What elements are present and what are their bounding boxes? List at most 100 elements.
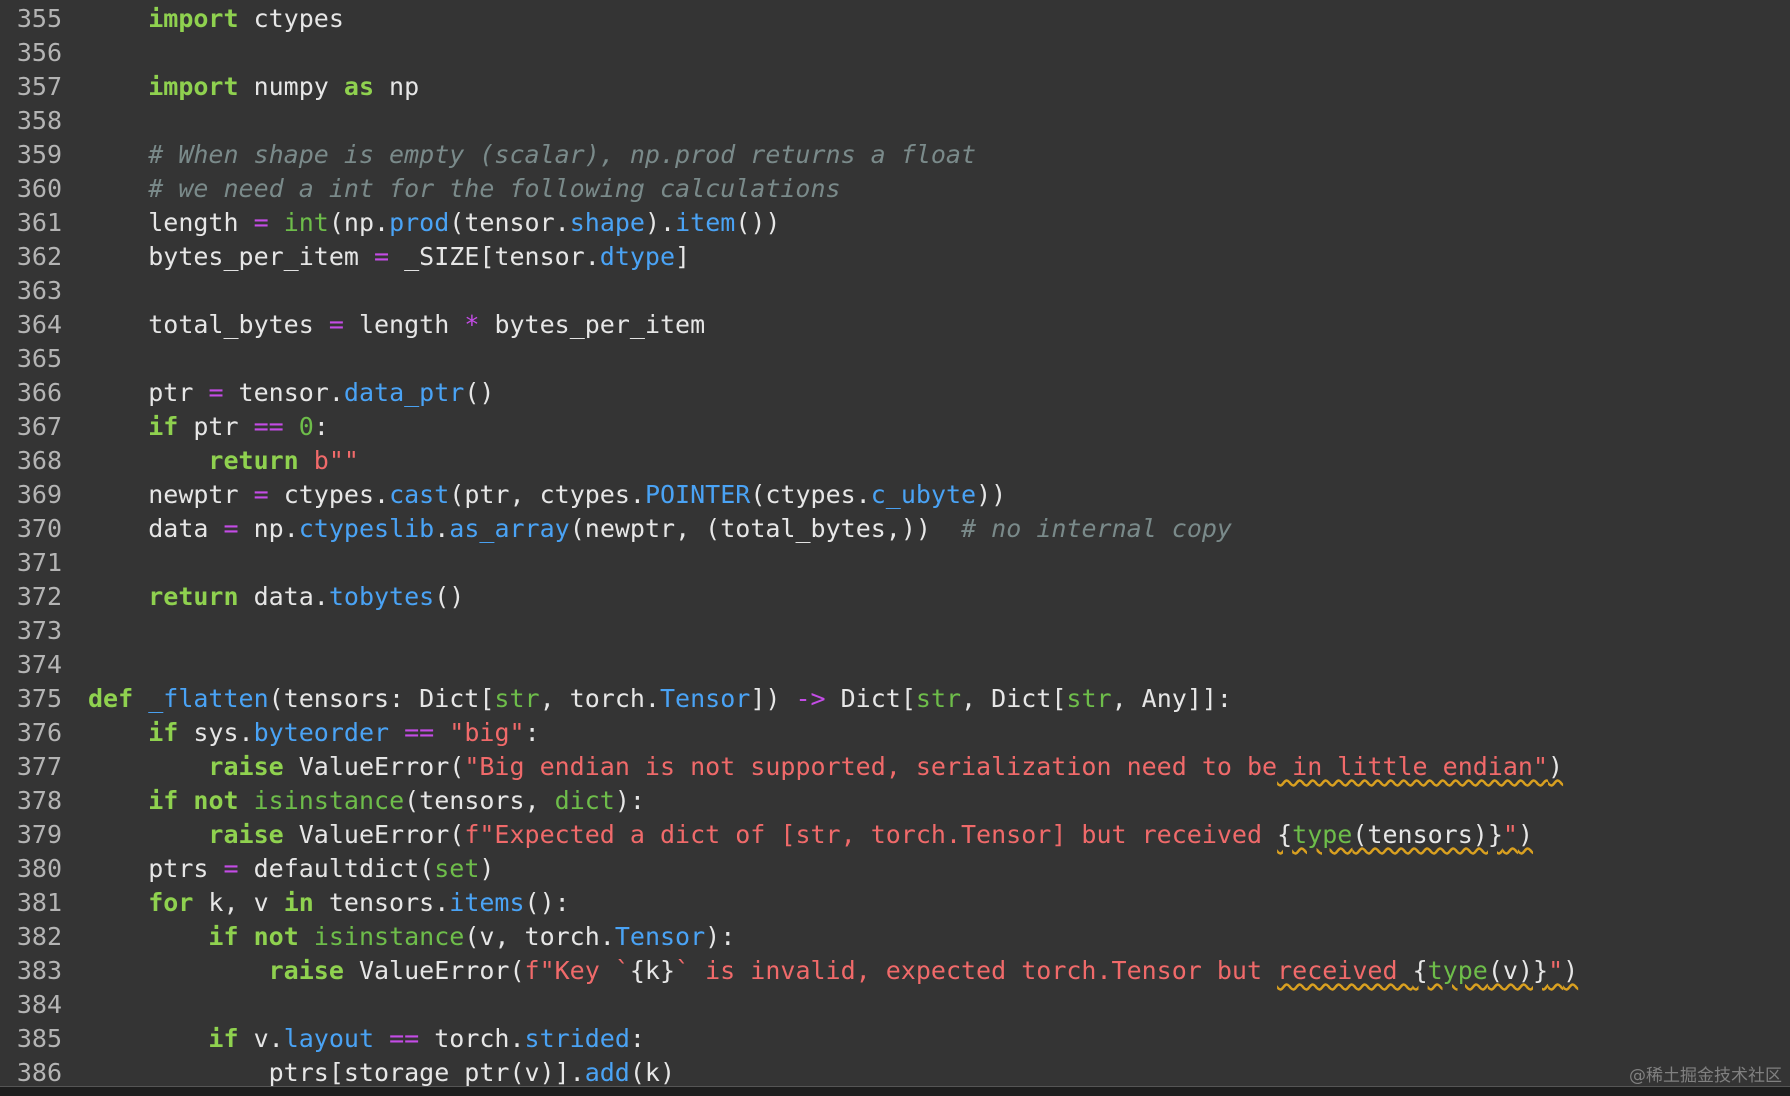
code-token: (v, torch. (464, 922, 615, 951)
code-token: { (1277, 820, 1293, 849)
code-line[interactable]: 373 (0, 614, 1790, 648)
code-token: (newptr, (total_bytes,)) (569, 514, 962, 543)
code-token: length (148, 208, 254, 237)
code-line[interactable]: 359 # When shape is empty (scalar), np.p… (0, 138, 1790, 172)
code-token: ): (705, 922, 736, 951)
horizontal-scrollbar[interactable] (0, 1086, 1790, 1096)
code-token: (np. (328, 208, 390, 237)
line-number: 385 (16, 1024, 62, 1053)
code-token: _flatten (148, 684, 269, 713)
code-token: = (328, 310, 344, 339)
code-line[interactable]: 378 if not isinstance(tensors, dict): (0, 784, 1790, 818)
line-number: 358 (16, 106, 62, 135)
code-line[interactable]: 367 if ptr == 0: (0, 410, 1790, 444)
code-token: in (283, 888, 314, 917)
line-number: 366 (16, 378, 62, 407)
code-token: np. (238, 514, 299, 543)
code-token: defaultdict( (238, 854, 435, 883)
code-token: () (434, 582, 465, 611)
code-line[interactable]: 384 (0, 988, 1790, 1022)
code-line[interactable]: 366 ptr = tensor.data_ptr() (0, 376, 1790, 410)
code-editor[interactable]: 355 import ctypes 356 357 import numpy as … (0, 0, 1790, 1096)
code-line[interactable]: 358 (0, 104, 1790, 138)
code-line[interactable]: 380 ptrs = defaultdict(set) (0, 852, 1790, 886)
code-token: if (148, 786, 179, 815)
line-number: 372 (16, 582, 62, 611)
code-token: ]) (750, 684, 796, 713)
code-line[interactable]: 364 total_bytes = length * bytes_per_ite… (0, 308, 1790, 342)
line-code: return data.tobytes() (88, 580, 464, 614)
code-line[interactable]: 362 bytes_per_item = _SIZE[tensor.dtype] (0, 240, 1790, 274)
line-number: 359 (16, 140, 62, 169)
code-token: ) (479, 854, 495, 883)
code-line[interactable]: 381 for k, v in tensors.items(): (0, 886, 1790, 920)
line-number: 382 (16, 922, 62, 951)
code-line[interactable]: 357 import numpy as np (0, 70, 1790, 104)
code-token: " (1502, 820, 1518, 849)
code-token: str (494, 684, 540, 713)
code-token: Dict[ (825, 684, 916, 713)
code-line[interactable]: 386 ptrs[storage_ptr(v)].add(k) (0, 1056, 1790, 1090)
code-line[interactable]: 372 return data.tobytes() (0, 580, 1790, 614)
code-line[interactable]: 365 (0, 342, 1790, 376)
code-line[interactable]: 368 return b"" (0, 444, 1790, 478)
code-line[interactable]: 356 (0, 36, 1790, 70)
line-number: 378 (16, 786, 62, 815)
code-token: ValueError( (283, 820, 465, 849)
code-line[interactable]: 363 (0, 274, 1790, 308)
code-token: = (223, 854, 239, 883)
line-code: # When shape is empty (scalar), np.prod … (88, 138, 976, 172)
code-token: (ptr, ctypes. (449, 480, 645, 509)
code-token: ptrs[storage_ptr(v)]. (268, 1058, 585, 1087)
code-line[interactable]: 383 raise ValueError(f"Key `{k}` is inva… (0, 954, 1790, 988)
code-token: ctypes. (268, 480, 390, 509)
line-code: data = np.ctypeslib.as_array(newptr, (to… (88, 512, 1232, 546)
code-line[interactable]: 371 (0, 546, 1790, 580)
code-token: type (1292, 820, 1353, 849)
code-line[interactable]: 355 import ctypes (0, 2, 1790, 36)
code-token: () (464, 378, 495, 407)
code-token: return (208, 446, 299, 475)
code-token: received (1277, 956, 1413, 985)
code-token: c_ubyte (870, 480, 977, 509)
code-token: raise (208, 752, 284, 781)
code-token: not (193, 786, 239, 815)
code-token: # no internal copy (961, 514, 1232, 543)
code-lines: 355 import ctypes 356 357 import numpy as … (0, 2, 1790, 1090)
line-code: import numpy as np (88, 70, 419, 104)
code-line[interactable]: 374 (0, 648, 1790, 682)
code-token: ) (1563, 956, 1579, 985)
line-number: 384 (16, 990, 62, 1019)
code-line[interactable]: 361 length = int(np.prod(tensor.shape).i… (0, 206, 1790, 240)
code-token: (tensors: Dict[ (268, 684, 495, 713)
code-token: ] (675, 242, 691, 271)
code-line[interactable]: 379 raise ValueError(f"Expected a dict o… (0, 818, 1790, 852)
code-token: if (208, 922, 239, 951)
line-number: 381 (16, 888, 62, 917)
code-token: ) (1548, 752, 1564, 781)
code-line[interactable]: 377 raise ValueError("Big endian is not … (0, 750, 1790, 784)
code-token: ValueError( (283, 752, 465, 781)
line-code: ptrs[storage_ptr(v)].add(k) (88, 1056, 675, 1090)
line-number: 373 (16, 616, 62, 645)
code-token: isinstance (253, 786, 405, 815)
code-line[interactable]: 370 data = np.ctypeslib.as_array(newptr,… (0, 512, 1790, 546)
code-token: : (524, 718, 540, 747)
code-token: layout (283, 1024, 374, 1053)
code-line[interactable]: 376 if sys.byteorder == "big": (0, 716, 1790, 750)
code-token: (ctypes. (750, 480, 871, 509)
code-line[interactable]: 385 if v.layout == torch.strided: (0, 1022, 1790, 1056)
code-line[interactable]: 360 # we need a int for the following ca… (0, 172, 1790, 206)
code-line[interactable]: 382 if not isinstance(v, torch.Tensor): (0, 920, 1790, 954)
line-number: 371 (16, 548, 62, 577)
code-line[interactable]: 369 newptr = ctypes.cast(ptr, ctypes.POI… (0, 478, 1790, 512)
code-line[interactable]: 375 def _flatten(tensors: Dict[str, torch… (0, 682, 1790, 716)
